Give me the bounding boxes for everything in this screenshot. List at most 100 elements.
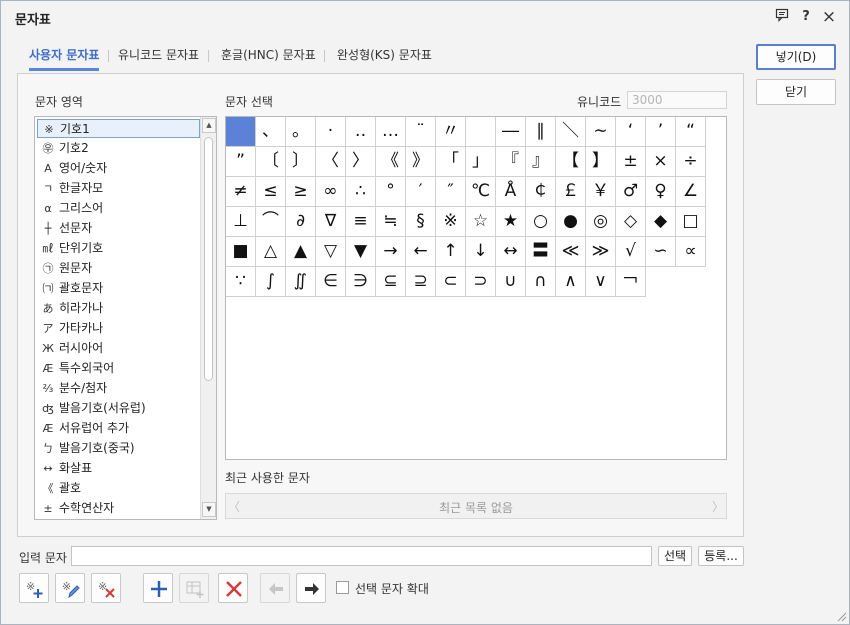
list-scrollbar[interactable]: ▲ ▼ <box>200 117 216 519</box>
char-cell[interactable]: ≥ <box>286 177 316 207</box>
char-cell[interactable]: Å <box>496 177 526 207</box>
char-cell[interactable]: ∂ <box>286 207 316 237</box>
char-cell[interactable]: ∴ <box>346 177 376 207</box>
char-cell[interactable]: 》 <box>406 147 436 177</box>
char-cell[interactable]: 【 <box>556 147 586 177</box>
char-cell[interactable]: ± <box>616 147 646 177</box>
area-list[interactable]: ※ 기호1 ㉾ 기호2 A 영어/숫자 ㄱ 한글자모 α 그리스어 ┼ 선문자 ㎖ 단위기호 ㉠ 원문자 ㈀ 괄호… <box>34 116 217 520</box>
char-cell[interactable]: ※ <box>436 207 466 237</box>
add-char-button[interactable]: ※ <box>19 573 49 603</box>
list-item[interactable]: Ж 러시아어 <box>37 339 200 358</box>
char-cell[interactable]: ◎ <box>586 207 616 237</box>
char-cell[interactable]: ￥ <box>586 177 616 207</box>
add-table-button[interactable] <box>143 573 173 603</box>
close-button[interactable]: 닫기 <box>756 79 836 105</box>
move-left-button[interactable] <box>260 573 290 603</box>
enlarge-checkbox[interactable] <box>336 581 349 594</box>
char-cell[interactable]: 〔 <box>256 147 286 177</box>
char-cell[interactable]: · <box>316 117 346 147</box>
char-cell[interactable]: 、 <box>256 117 286 147</box>
char-cell[interactable]: √ <box>616 237 646 267</box>
char-cell[interactable]: ‥ <box>346 117 376 147</box>
char-cell[interactable]: ▲ <box>286 237 316 267</box>
char-cell[interactable]: ∼ <box>586 117 616 147</box>
char-cell[interactable]: ‘ <box>616 117 646 147</box>
list-item[interactable]: ※ 기호1 <box>37 119 200 138</box>
char-cell[interactable]: × <box>646 147 676 177</box>
char-cell[interactable]: ° <box>376 177 406 207</box>
char-cell[interactable]: ← <box>406 237 436 267</box>
char-cell[interactable]: ∥ <box>526 117 556 147</box>
char-cell[interactable]: ★ <box>496 207 526 237</box>
tab-unicode-chars[interactable]: 유니코드 문자표 <box>118 41 199 71</box>
char-cell[interactable]: ” <box>226 147 256 177</box>
list-item[interactable]: ㉠ 원문자 <box>37 259 200 278</box>
char-cell[interactable]: § <box>406 207 436 237</box>
char-cell[interactable]: ∈ <box>316 267 346 297</box>
char-cell[interactable]: 』 <box>526 147 556 177</box>
close-icon[interactable]: × <box>820 8 838 26</box>
char-cell[interactable]: ∬ <box>286 267 316 297</box>
list-item[interactable]: A 영어/숫자 <box>37 159 200 178</box>
char-cell[interactable]: ↓ <box>466 237 496 267</box>
char-cell[interactable]: 〃 <box>436 117 466 147</box>
char-cell[interactable]: ′ <box>406 177 436 207</box>
delete-table-button[interactable] <box>218 573 248 603</box>
char-cell[interactable]: 」 <box>466 147 496 177</box>
list-item[interactable]: ㄱ 한글자모 <box>37 179 200 198</box>
edit-char-button[interactable]: ※ <box>55 573 85 603</box>
char-cell[interactable]: ⊃ <box>466 267 496 297</box>
char-cell[interactable]: ∧ <box>556 267 586 297</box>
char-cell[interactable]: ≡ <box>346 207 376 237</box>
char-cell[interactable]: ☆ <box>466 207 496 237</box>
char-cell[interactable]: ∠ <box>676 177 706 207</box>
char-cell[interactable]: ∝ <box>676 237 706 267</box>
char-cell[interactable]: ℃ <box>466 177 496 207</box>
move-right-button[interactable] <box>296 573 326 603</box>
input-field[interactable] <box>71 546 652 566</box>
list-item[interactable]: ± 수학연산자 <box>37 499 200 518</box>
char-cell[interactable]: ⊆ <box>376 267 406 297</box>
char-cell[interactable]: ＼ <box>556 117 586 147</box>
char-cell[interactable]: ◇ <box>616 207 646 237</box>
list-item[interactable]: ア 가타카나 <box>37 319 200 338</box>
char-cell[interactable]: ♂ <box>616 177 646 207</box>
list-item[interactable]: ㈀ 괄호문자 <box>37 279 200 298</box>
char-cell[interactable]: ∵ <box>226 267 256 297</box>
char-cell[interactable]: ∩ <box>526 267 556 297</box>
scroll-up-icon[interactable]: ▲ <box>202 118 216 133</box>
resize-grip-icon[interactable] <box>835 610 847 622</box>
char-cell[interactable]: ∫ <box>256 267 286 297</box>
list-item[interactable]: 《 괄호 <box>37 479 200 498</box>
char-cell[interactable]: ￡ <box>556 177 586 207</box>
char-cell[interactable]: 「 <box>436 147 466 177</box>
char-cell[interactable]: ▼ <box>346 237 376 267</box>
char-cell[interactable]: ▽ <box>316 237 346 267</box>
char-cell[interactable]: 】 <box>586 147 616 177</box>
char-cell[interactable]: ■ <box>226 237 256 267</box>
char-cell[interactable]: △ <box>256 237 286 267</box>
char-cell[interactable]: ≠ <box>226 177 256 207</box>
char-cell[interactable]: ⊇ <box>406 267 436 297</box>
char-cell[interactable]: ∪ <box>496 267 526 297</box>
edit-table-button[interactable] <box>179 573 209 603</box>
delete-char-button[interactable]: ※ <box>91 573 121 603</box>
char-cell[interactable]: ≒ <box>376 207 406 237</box>
char-cell[interactable]: 〈 <box>316 147 346 177</box>
char-cell[interactable]: ∇ <box>316 207 346 237</box>
register-button[interactable]: 등록... <box>698 546 744 566</box>
char-cell[interactable]: ⊥ <box>226 207 256 237</box>
char-cell[interactable]: → <box>376 237 406 267</box>
recent-prev-icon[interactable]: 〈 <box>228 498 240 514</box>
char-cell[interactable]: ≪ <box>556 237 586 267</box>
select-button[interactable]: 선택 <box>658 546 692 566</box>
char-cell[interactable]: ∞ <box>316 177 346 207</box>
char-cell[interactable]: ″ <box>436 177 466 207</box>
char-cell[interactable]: ⌒ <box>256 207 286 237</box>
char-cell[interactable]: ∽ <box>646 237 676 267</box>
char-cell[interactable]: ♀ <box>646 177 676 207</box>
char-cell[interactable]: ↑ <box>436 237 466 267</box>
scroll-thumb[interactable] <box>204 137 213 381</box>
char-cell[interactable]: ― <box>496 117 526 147</box>
tab-hnc-chars[interactable]: 훈글(HNC) 문자표 <box>221 41 316 71</box>
